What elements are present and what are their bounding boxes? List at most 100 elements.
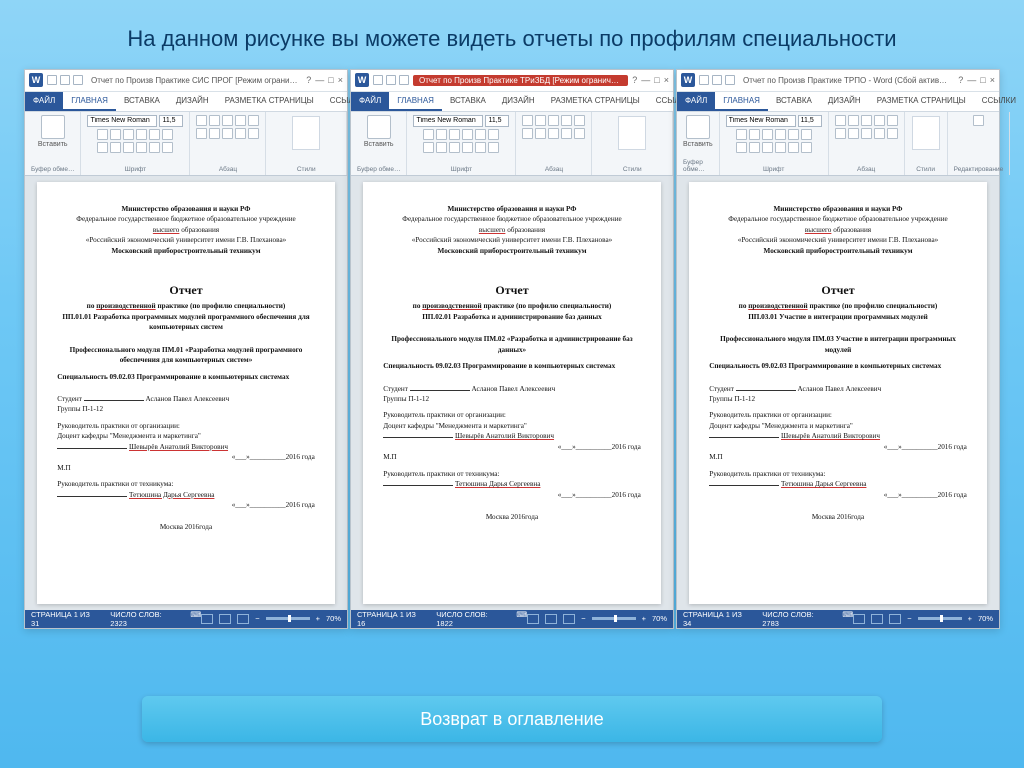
- font-buttons-2[interactable]: [97, 142, 173, 153]
- zoom-minus-icon[interactable]: −: [581, 614, 585, 623]
- ribbon-tab[interactable]: ССЫЛКИ: [974, 92, 1024, 111]
- tab-file[interactable]: ФАЙЛ: [351, 92, 389, 111]
- zoom-percent[interactable]: 70%: [326, 614, 341, 623]
- window-controls[interactable]: ? — □ ×: [958, 75, 995, 85]
- ribbon-tab[interactable]: РАЗМЕТКА СТРАНИЦЫ: [217, 92, 322, 111]
- paste-button[interactable]: [41, 115, 65, 139]
- tab-file[interactable]: ФАЙЛ: [25, 92, 63, 111]
- paste-button[interactable]: [367, 115, 391, 139]
- view-mode-button[interactable]: [889, 614, 901, 624]
- style-button[interactable]: [912, 116, 940, 150]
- zoom-plus-icon[interactable]: +: [642, 614, 646, 623]
- para-buttons[interactable]: [835, 115, 898, 126]
- font-name-input[interactable]: [87, 115, 157, 127]
- help-icon[interactable]: ?: [632, 75, 637, 85]
- doc-ruk-tech-name: Тетюшина Дарья Сергеевна: [383, 479, 641, 489]
- return-to-toc-button[interactable]: Возврат в оглавление: [142, 696, 882, 742]
- minimize-icon[interactable]: —: [315, 75, 324, 85]
- view-mode-button[interactable]: [219, 614, 231, 624]
- ribbon-tab[interactable]: РАЗМЕТКА СТРАНИЦЫ: [869, 92, 974, 111]
- zoom-plus-icon[interactable]: +: [316, 614, 320, 623]
- document-canvas[interactable]: Министерство образования и науки РФ Феде…: [25, 176, 347, 610]
- ribbon-tab[interactable]: ДИЗАЙН: [820, 92, 869, 111]
- status-words[interactable]: ЧИСЛО СЛОВ: 2783: [762, 610, 832, 628]
- font-size-input[interactable]: [798, 115, 822, 127]
- view-mode-button[interactable]: [545, 614, 557, 624]
- doc-year: «___»__________2016 года: [383, 442, 641, 452]
- font-buttons[interactable]: [97, 129, 173, 140]
- zoom-slider[interactable]: [592, 617, 636, 620]
- font-buttons-2[interactable]: [736, 142, 812, 153]
- para-buttons-2[interactable]: [835, 128, 898, 139]
- para-buttons-2[interactable]: [522, 128, 585, 139]
- view-mode-button[interactable]: [563, 614, 575, 624]
- quick-access-toolbar[interactable]: [47, 75, 83, 85]
- font-name-input[interactable]: [413, 115, 483, 127]
- style-button[interactable]: [292, 116, 320, 150]
- view-mode-button[interactable]: [853, 614, 865, 624]
- view-mode-button[interactable]: [871, 614, 883, 624]
- tab-file[interactable]: ФАЙЛ: [677, 92, 715, 111]
- view-mode-button[interactable]: [201, 614, 213, 624]
- help-icon[interactable]: ?: [306, 75, 311, 85]
- minimize-icon[interactable]: —: [967, 75, 976, 85]
- status-lang-icon[interactable]: ⌨: [190, 610, 201, 628]
- view-mode-button[interactable]: [527, 614, 539, 624]
- quick-access-toolbar[interactable]: [699, 75, 735, 85]
- ribbon-tab[interactable]: ДИЗАЙН: [168, 92, 217, 111]
- ribbon-tab[interactable]: ГЛАВНАЯ: [389, 92, 442, 111]
- font-buttons-2[interactable]: [423, 142, 499, 153]
- ribbon-tab[interactable]: ВСТАВКА: [116, 92, 168, 111]
- close-icon[interactable]: ×: [990, 75, 995, 85]
- ribbon-tab[interactable]: ГЛАВНАЯ: [715, 92, 768, 111]
- ribbon-tab[interactable]: ВСТАВКА: [768, 92, 820, 111]
- document-canvas[interactable]: Министерство образования и науки РФ Феде…: [351, 176, 673, 610]
- group-label: Абзац: [857, 166, 875, 173]
- status-page[interactable]: СТРАНИЦА 1 ИЗ 34: [683, 610, 752, 628]
- para-buttons-2[interactable]: [196, 128, 259, 139]
- maximize-icon[interactable]: □: [980, 75, 985, 85]
- paste-button[interactable]: [686, 115, 710, 139]
- font-buttons[interactable]: [423, 129, 499, 140]
- maximize-icon[interactable]: □: [654, 75, 659, 85]
- ribbon-tab[interactable]: ВСТАВКА: [442, 92, 494, 111]
- para-buttons[interactable]: [522, 115, 585, 126]
- status-words[interactable]: ЧИСЛО СЛОВ: 2323: [110, 610, 180, 628]
- doc-ruk-org2: Доцент кафедры "Менеджмента и маркетинга…: [709, 421, 967, 431]
- paste-label: Вставить: [683, 141, 713, 148]
- zoom-percent[interactable]: 70%: [652, 614, 667, 623]
- quick-access-toolbar[interactable]: [373, 75, 409, 85]
- zoom-percent[interactable]: 70%: [978, 614, 993, 623]
- style-button[interactable]: [618, 116, 646, 150]
- status-page[interactable]: СТРАНИЦА 1 ИЗ 16: [357, 610, 426, 628]
- close-icon[interactable]: ×: [338, 75, 343, 85]
- zoom-slider[interactable]: [266, 617, 310, 620]
- window-controls[interactable]: ? — □ ×: [632, 75, 669, 85]
- zoom-plus-icon[interactable]: +: [968, 614, 972, 623]
- zoom-minus-icon[interactable]: −: [907, 614, 911, 623]
- document-canvas[interactable]: Министерство образования и науки РФ Феде…: [677, 176, 999, 610]
- font-size-input[interactable]: [159, 115, 183, 127]
- window-controls[interactable]: ? — □ ×: [306, 75, 343, 85]
- status-words[interactable]: ЧИСЛО СЛОВ: 1822: [436, 610, 506, 628]
- find-button[interactable]: [973, 115, 984, 126]
- ribbon-group-paragraph: Абзац: [829, 112, 905, 175]
- minimize-icon[interactable]: —: [641, 75, 650, 85]
- status-lang-icon[interactable]: ⌨: [516, 610, 527, 628]
- view-mode-button[interactable]: [237, 614, 249, 624]
- zoom-slider[interactable]: [918, 617, 962, 620]
- para-buttons[interactable]: [196, 115, 259, 126]
- font-size-input[interactable]: [485, 115, 509, 127]
- maximize-icon[interactable]: □: [328, 75, 333, 85]
- font-buttons[interactable]: [736, 129, 812, 140]
- help-icon[interactable]: ?: [958, 75, 963, 85]
- ribbon-tab[interactable]: ДИЗАЙН: [494, 92, 543, 111]
- status-page[interactable]: СТРАНИЦА 1 ИЗ 31: [31, 610, 100, 628]
- status-lang-icon[interactable]: ⌨: [842, 610, 853, 628]
- word-app-icon: W: [29, 73, 43, 87]
- font-name-input[interactable]: [726, 115, 796, 127]
- zoom-minus-icon[interactable]: −: [255, 614, 259, 623]
- ribbon-tab[interactable]: РАЗМЕТКА СТРАНИЦЫ: [543, 92, 648, 111]
- close-icon[interactable]: ×: [664, 75, 669, 85]
- ribbon-tab[interactable]: ГЛАВНАЯ: [63, 92, 116, 111]
